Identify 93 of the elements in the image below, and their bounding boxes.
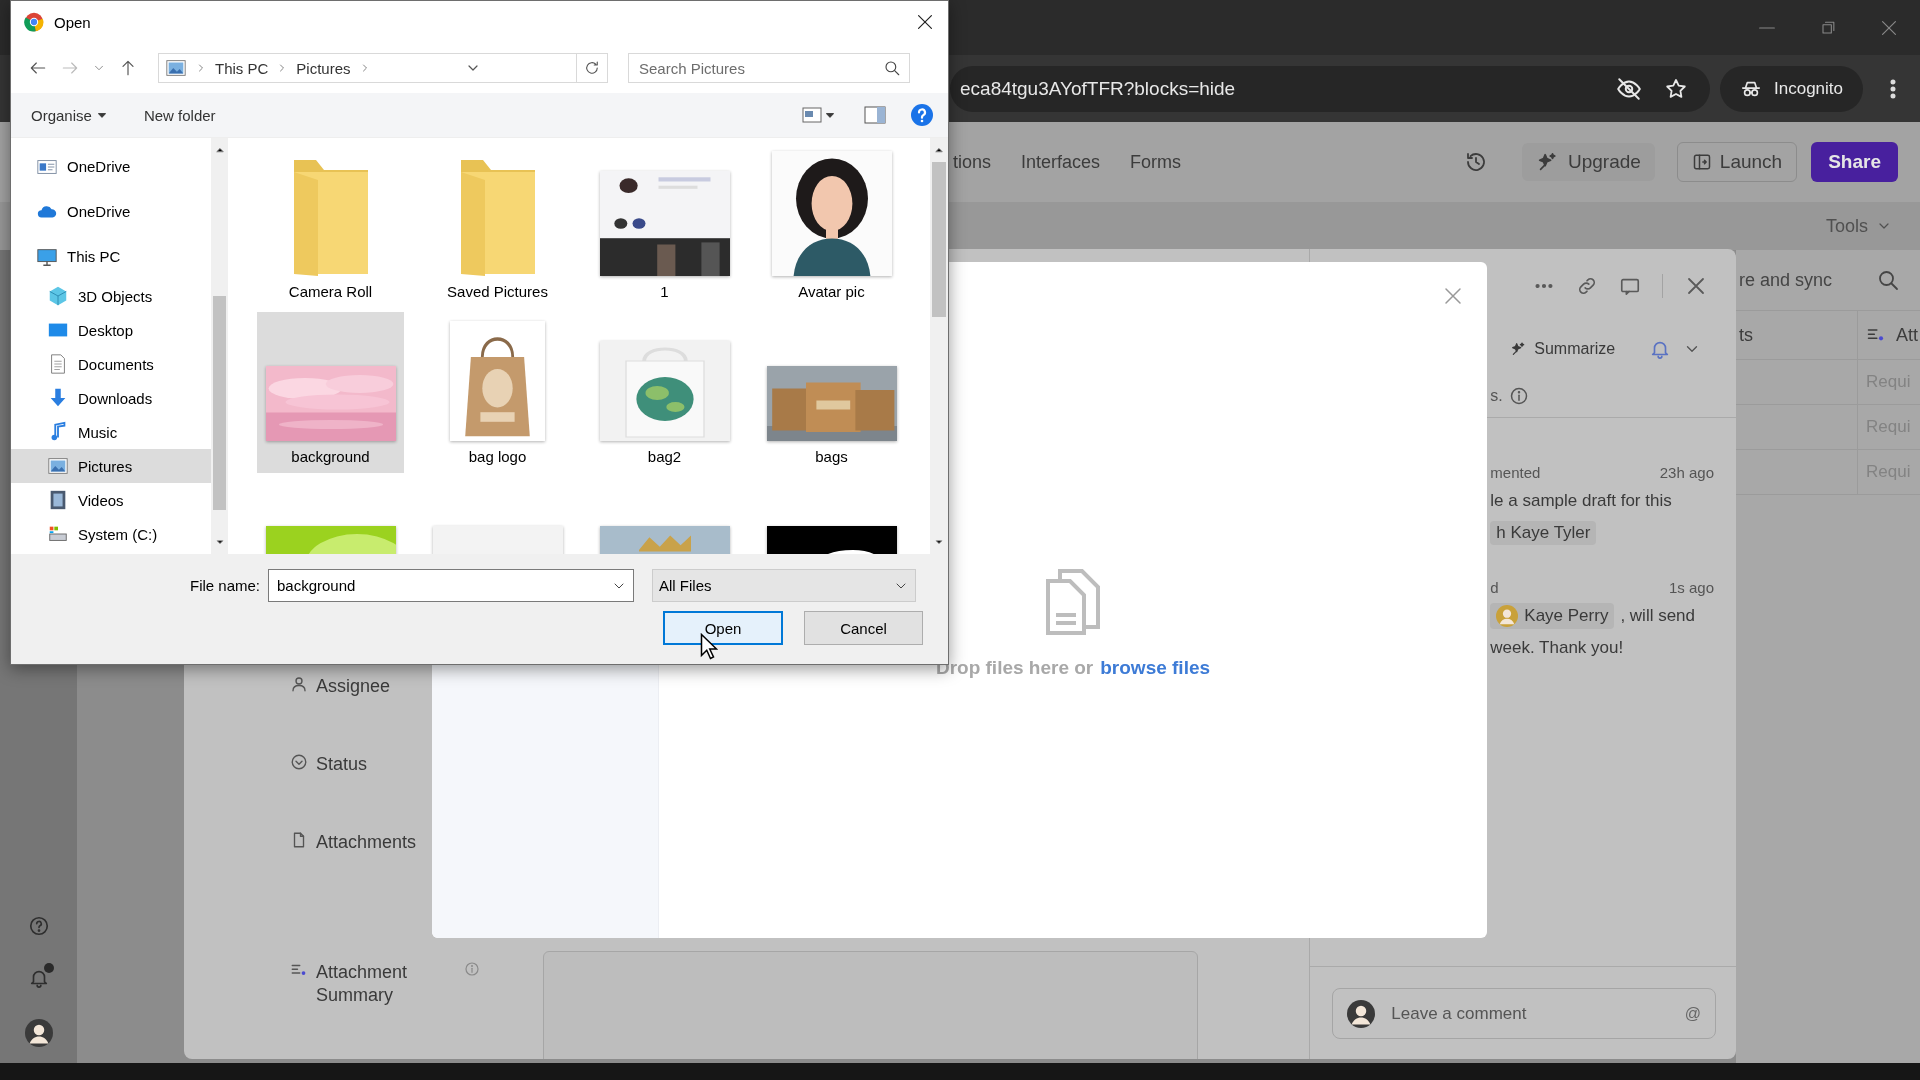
field-label: Attachment Summary	[316, 961, 409, 1007]
scrollbar-thumb[interactable]	[932, 162, 946, 317]
column-header[interactable]: ts	[1739, 324, 1753, 346]
breadcrumb-item[interactable]: This PC	[215, 59, 269, 77]
mention-chip[interactable]: Kaye Perry	[1490, 603, 1615, 629]
field-label: Status	[316, 753, 368, 775]
file-name: Camera Roll	[288, 282, 373, 302]
incognito-button[interactable]: Incognito	[1720, 65, 1863, 112]
search-icon[interactable]	[1876, 268, 1900, 292]
cube-icon	[47, 285, 69, 307]
scrollbar-thumb[interactable]	[213, 296, 226, 510]
share-button[interactable]: Share	[1811, 142, 1898, 182]
file-tile[interactable]: Camera Roll	[257, 147, 404, 308]
pictures-icon	[47, 455, 69, 477]
avatar	[1347, 999, 1376, 1028]
launch-icon	[1691, 152, 1712, 172]
refresh-icon[interactable]	[583, 59, 601, 77]
comment-text: week. Thank you!	[1490, 638, 1624, 658]
file-tile[interactable]: bag2	[591, 312, 738, 473]
file-name-field[interactable]: background	[268, 569, 634, 602]
upgrade-button[interactable]: Upgrade	[1521, 143, 1655, 181]
sparkle-icon	[1510, 341, 1527, 357]
search-icon	[883, 59, 901, 77]
comment-time: 1s ago	[1668, 579, 1714, 596]
avatar	[24, 1019, 53, 1047]
address-field[interactable]: This PC Pictures	[158, 53, 608, 83]
view-name[interactable]: re and sync	[1739, 269, 1833, 291]
file-name: Saved Pictures	[447, 282, 548, 302]
file-tile[interactable]: 1	[591, 147, 738, 308]
field-label: File name:	[188, 577, 261, 594]
file-name: background	[291, 447, 370, 467]
nav-item[interactable]: OneDrive	[11, 144, 211, 189]
file-name: Avatar pic	[798, 282, 865, 302]
nav-item[interactable]: Desktop	[11, 313, 211, 347]
browse-link[interactable]: browse files	[1100, 657, 1211, 679]
search-field[interactable]: Search Pictures	[628, 53, 910, 83]
dialog-title: Open	[54, 13, 91, 31]
nav-item[interactable]: OneDrive	[11, 189, 211, 234]
file-tile[interactable]: background	[257, 312, 404, 473]
file-name: bag2	[647, 447, 682, 467]
address-field[interactable]: eca84tgu3AYofTFR?blocks=hide	[950, 65, 1710, 112]
avatar	[1496, 605, 1519, 627]
file-name: bags	[815, 447, 848, 467]
nav-tab[interactable]: Forms	[1130, 151, 1182, 173]
notification-badge	[43, 963, 54, 973]
nav-item[interactable]: Videos	[11, 483, 211, 517]
comment-time: 23h ago	[1659, 464, 1714, 481]
comment-text: , will send	[1620, 606, 1696, 626]
app-icon	[24, 12, 44, 32]
nav-item[interactable]: Documents	[11, 347, 211, 381]
file-tile[interactable]: Saved Pictures	[424, 147, 571, 308]
summary-field[interactable]	[543, 951, 1198, 1059]
nav-item[interactable]: 3D Objects	[11, 279, 211, 313]
view-icon[interactable]	[802, 107, 822, 123]
nav-tab[interactable]: tions	[953, 151, 992, 173]
nav-item[interactable]: Pictures	[11, 449, 211, 483]
organise-menu[interactable]: Organise	[31, 106, 92, 124]
eye-off-icon[interactable]	[1616, 75, 1642, 102]
comment-author: mented	[1490, 464, 1541, 481]
file-tile[interactable]: bag logo	[424, 312, 571, 473]
nav-item[interactable]: Downloads	[11, 381, 211, 415]
link-icon[interactable]	[1576, 275, 1598, 297]
nav-item[interactable]: Music	[11, 415, 211, 449]
pictures-icon	[165, 57, 187, 79]
preview-pane-icon[interactable]	[864, 106, 886, 124]
file-tile[interactable]: Avatar pic	[758, 147, 905, 308]
comment-input[interactable]: Leave a comment	[1389, 1002, 1671, 1025]
file-name: bag logo	[468, 447, 527, 467]
nav-tab[interactable]: Interfaces	[1021, 151, 1101, 173]
nav-item[interactable]: System (C:)	[11, 517, 211, 551]
new-folder-button[interactable]: New folder	[143, 106, 216, 124]
breadcrumb-item[interactable]: Pictures	[296, 59, 351, 77]
summarize-button[interactable]: Summarize	[1510, 340, 1616, 358]
star-icon[interactable]	[1664, 76, 1688, 101]
note-text: s.	[1490, 387, 1503, 405]
column-header[interactable]: Att	[1896, 324, 1918, 346]
file-type-dropdown[interactable]: All Files	[652, 569, 916, 602]
open-button[interactable]: Open	[663, 611, 783, 645]
launch-button[interactable]: Launch	[1676, 142, 1798, 182]
comment-author: d	[1490, 579, 1499, 596]
info-icon[interactable]	[1508, 386, 1529, 406]
field-label: Assignee	[316, 675, 391, 697]
field-label: Attachments	[316, 831, 417, 853]
person-icon	[290, 675, 308, 693]
mention-chip[interactable]: h Kaye Tyler	[1490, 521, 1597, 545]
status-icon	[290, 753, 308, 771]
comment-text: le a sample draft for this	[1490, 491, 1672, 511]
help-icon[interactable]	[27, 915, 50, 937]
nav-item[interactable]: This PC	[11, 234, 211, 279]
cancel-button[interactable]: Cancel	[804, 611, 923, 645]
file-name: 1	[660, 282, 669, 302]
help-icon[interactable]	[910, 103, 934, 127]
file-tile[interactable]: bags	[758, 312, 905, 473]
